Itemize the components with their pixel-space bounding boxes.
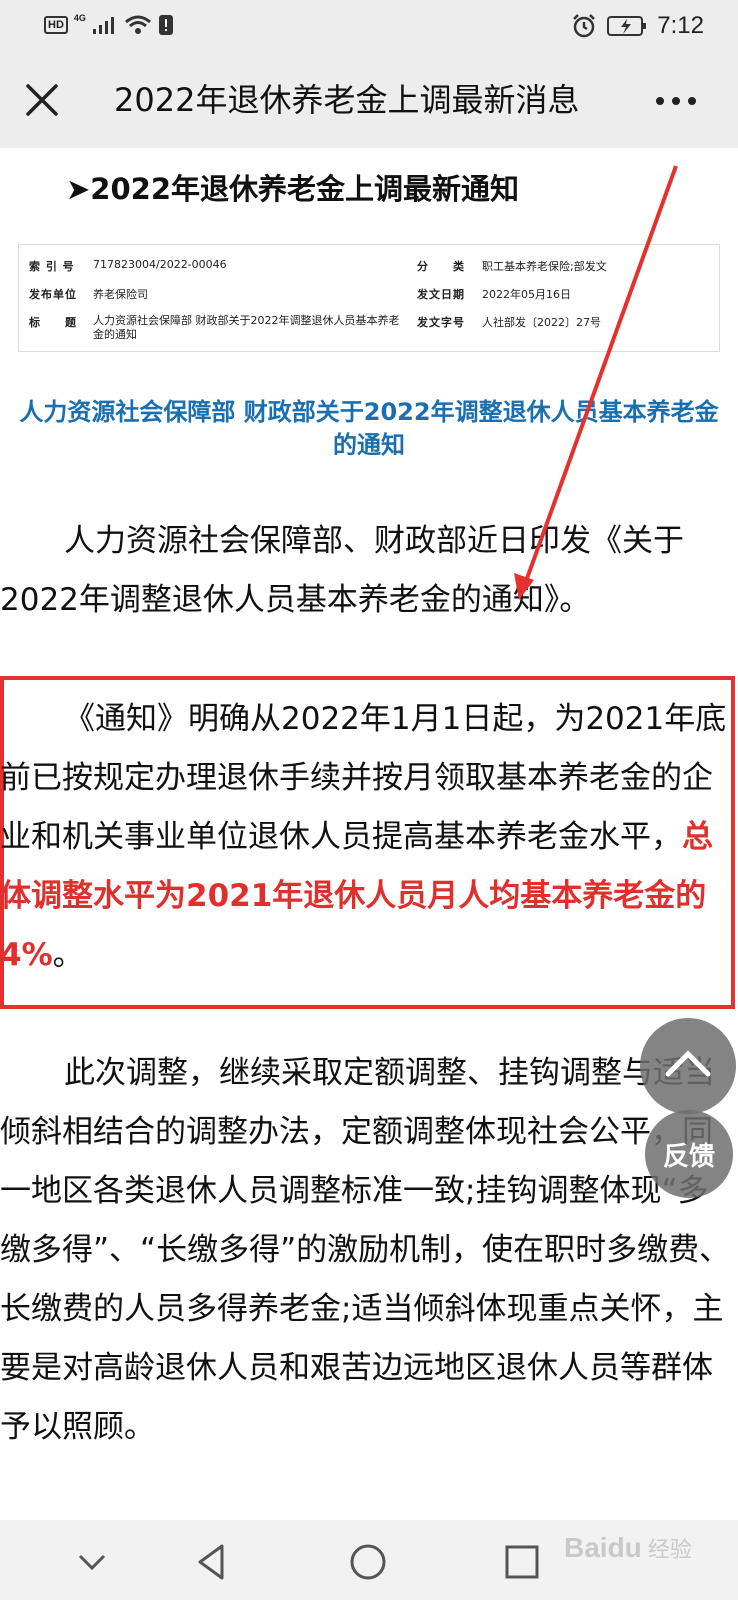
paragraph-adjustment: 此次调整，继续采取定额调整、挂钩调整与适当倾斜相结合的调整办法，定额调整体现社会… [0, 1055, 731, 1445]
nav-collapse-button[interactable] [70, 1540, 114, 1584]
network-type-label: 4G [73, 13, 86, 23]
meta-publisher-value: 养老保险司 [93, 288, 148, 301]
clock: 7:12 [657, 12, 704, 39]
meta-index-label: 索 引 号 [29, 260, 75, 273]
meta-category-label: 分 类 [417, 260, 465, 273]
nav-home-button[interactable] [346, 1540, 390, 1584]
back-triangle-icon [198, 1544, 224, 1580]
paragraph-intro: 人力资源社会保障部、财政部近日印发《关于2022年调整退休人员基本养老金的通知》… [0, 523, 684, 618]
more-options-button[interactable] [654, 86, 698, 116]
chevron-up-icon [665, 1050, 711, 1077]
page-header: 2022年退休养老金上调最新消息 [0, 52, 738, 148]
close-button[interactable] [22, 80, 62, 120]
meta-index-value: 717823004/2022-00046 [93, 258, 227, 271]
status-right: 7:12 [571, 12, 704, 40]
close-icon [26, 84, 58, 116]
nav-back-button[interactable] [190, 1540, 234, 1584]
meta-doc-no-label: 发文字号 [417, 316, 465, 329]
battery-charging-icon [607, 16, 647, 36]
paragraph-notice: 《通知》明确从2022年1月1日起，为2021年底前已按规定办理退休手续并按月领… [0, 690, 736, 985]
wifi-icon [124, 15, 151, 34]
status-bar: HD 4G 7:12 [0, 0, 738, 52]
alert-icon [158, 15, 173, 35]
more-icon [656, 97, 696, 105]
meta-category-value: 职工基本养老保险;部发文 [482, 260, 607, 273]
cellular-signal-icon [92, 17, 114, 34]
home-circle-icon [350, 1544, 386, 1580]
article-content[interactable]: ➤2022年退休养老金上调最新通知 索 引 号 717823004/2022-0… [0, 148, 738, 1520]
meta-title-value: 人力资源社会保障部 财政部关于2022年调整退休人员基本养老金的通知 [93, 314, 400, 341]
back-to-top-button[interactable] [640, 1018, 736, 1114]
meta-publisher-label: 发布单位 [29, 288, 77, 301]
document-title: 人力资源社会保障部 财政部关于2022年调整退休人员基本养老金的通知 [19, 398, 719, 459]
chevron-down-icon [78, 1554, 106, 1571]
feedback-button[interactable]: 反馈 [645, 1110, 733, 1198]
status-left: HD 4G [44, 13, 174, 36]
meta-date-value: 2022年05月16日 [482, 288, 571, 301]
notice-end: 。 [52, 937, 84, 973]
meta-title-label: 标 题 [29, 316, 77, 329]
recents-square-icon [505, 1545, 539, 1579]
hd-badge: HD [44, 16, 68, 34]
meta-date-label: 发文日期 [417, 288, 465, 301]
nav-recents-button[interactable] [500, 1540, 544, 1584]
meta-doc-no-value: 人社部发〔2022〕27号 [482, 316, 601, 329]
document-meta-table: 索 引 号 717823004/2022-00046 分 类 职工基本养老保险;… [18, 244, 720, 352]
notice-text: 《通知》明确从2022年1月1日起，为2021年底前已按规定办理退休手续并按月领… [0, 701, 727, 855]
page-title: 2022年退休养老金上调最新消息 [114, 81, 580, 119]
watermark-brand: Baidu [564, 1532, 642, 1563]
baidu-watermark: Baidu 经验 [564, 1532, 692, 1564]
alarm-icon [573, 14, 596, 38]
section-heading: ➤2022年退休养老金上调最新通知 [66, 172, 520, 206]
watermark-suffix: 经验 [647, 1537, 692, 1562]
